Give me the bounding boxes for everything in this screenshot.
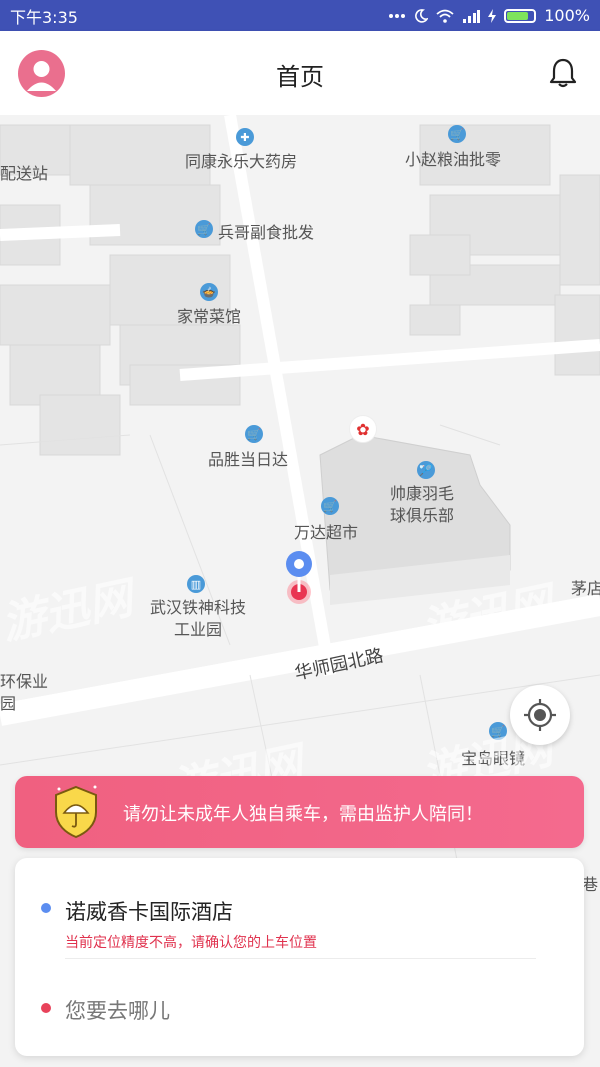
app-header: 首页 bbox=[0, 31, 600, 115]
poi-label: 环保业园 bbox=[0, 672, 49, 713]
badminton-icon: 🏸 bbox=[417, 461, 435, 479]
poi-label[interactable]: 品胜当日达 bbox=[208, 446, 288, 470]
poi-label: 配送站 bbox=[0, 164, 49, 183]
shop-icon: 🛒 bbox=[195, 220, 213, 238]
battery-icon bbox=[504, 8, 537, 23]
destination-dot-icon bbox=[41, 1003, 51, 1013]
status-time: 下午3:35 bbox=[10, 7, 78, 27]
wifi-icon bbox=[436, 9, 454, 23]
cellular-icon bbox=[463, 9, 481, 23]
dots-icon bbox=[389, 13, 406, 18]
poi-label: 茅店 bbox=[571, 579, 600, 598]
safety-notice-text: 请勿让未成年人独自乘车，需由监护人陪同！ bbox=[123, 804, 483, 825]
locate-button[interactable] bbox=[510, 685, 570, 745]
safety-notice-banner: 请勿让未成年人独自乘车，需由监护人陪同！ bbox=[15, 776, 584, 848]
umbrella-shield-icon bbox=[55, 785, 97, 839]
shop-icon: 🛒 bbox=[321, 497, 339, 515]
divider bbox=[65, 958, 536, 959]
destination-input[interactable]: 您要去哪儿 bbox=[65, 995, 170, 1025]
trip-card: 诺威香卡国际酒店 当前定位精度不高，请确认您的上车位置 您要去哪儿 bbox=[15, 858, 584, 1056]
status-bar: 下午3:35 100% bbox=[0, 0, 600, 31]
accuracy-warning: 当前定位精度不高，请确认您的上车位置 bbox=[65, 935, 317, 951]
shop-icon: 🛒 bbox=[448, 125, 466, 143]
charging-icon bbox=[488, 8, 497, 23]
pharmacy-icon: ✚ bbox=[236, 128, 254, 146]
poi-label[interactable]: 帅康羽毛球俱乐部 bbox=[390, 483, 465, 527]
poi-label[interactable]: 小赵粮油批零 bbox=[405, 146, 501, 170]
poi-label[interactable]: 同康永乐大药房 bbox=[185, 148, 297, 172]
battery-text: 100% bbox=[544, 6, 590, 25]
building-icon: ▥ bbox=[187, 575, 205, 593]
pickup-location[interactable]: 诺威香卡国际酒店 bbox=[65, 896, 233, 926]
restaurant-icon: 🍲 bbox=[200, 283, 218, 301]
shop-icon: 🛒 bbox=[245, 425, 263, 443]
poi-label[interactable]: 家常菜馆 bbox=[177, 303, 241, 327]
china-unicom-icon: ✿ bbox=[349, 415, 377, 443]
pickup-pin-icon bbox=[286, 551, 312, 604]
poi-label[interactable]: 万达超市 bbox=[294, 519, 358, 543]
moon-icon bbox=[415, 8, 429, 23]
bell-icon[interactable] bbox=[548, 57, 578, 93]
start-dot-icon bbox=[41, 903, 51, 913]
poi-label: 巷 bbox=[582, 875, 599, 894]
poi-label[interactable]: 兵哥副食批发 bbox=[218, 219, 314, 243]
poi-label[interactable]: 武汉铁神科技工业园 bbox=[148, 597, 248, 641]
page-title: 首页 bbox=[276, 63, 324, 91]
crosshair-icon bbox=[524, 699, 556, 731]
status-icons: 100% bbox=[388, 6, 590, 25]
